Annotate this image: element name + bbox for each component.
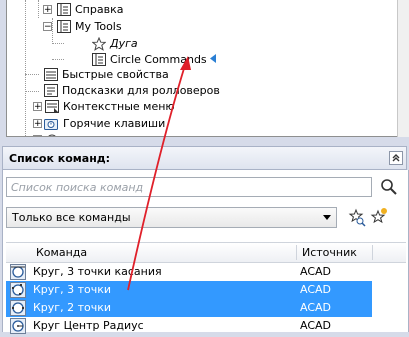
- collapse-icon[interactable]: −: [43, 22, 52, 32]
- tree-item-label: Справка: [75, 3, 124, 16]
- star-icon: [91, 36, 106, 51]
- new-star-icon: [370, 208, 387, 224]
- keyboard-icon: [44, 117, 59, 131]
- command-source: ACAD: [300, 265, 332, 278]
- menu-icon: [56, 20, 71, 34]
- collapse-panel-button[interactable]: [389, 151, 403, 165]
- command-table-header: Команда Источник: [6, 242, 406, 263]
- command-name: Круг Центр Радиус: [33, 319, 144, 332]
- new-command-button[interactable]: [347, 207, 367, 227]
- chevron-down-icon[interactable]: [319, 210, 334, 225]
- tree-item-label: Подсказки для ролловеров: [62, 84, 220, 97]
- tree-scrollbar[interactable]: [397, 0, 409, 137]
- insertion-marker-icon: [209, 53, 216, 66]
- tree-item-quick-properties[interactable]: Быстрые свойства: [43, 66, 169, 83]
- tree-item-rollover-tooltips[interactable]: Подсказки для ролловеров: [43, 82, 220, 99]
- circle-3-tangent-icon: [10, 264, 26, 280]
- command-source: ACAD: [300, 319, 332, 332]
- column-divider[interactable]: [372, 245, 373, 260]
- chevron-up-icon: [392, 154, 400, 162]
- command-name: Круг, 3 точки: [33, 283, 111, 296]
- expand-icon[interactable]: +: [33, 102, 42, 112]
- table-row[interactable]: Круг Центр Радиус ACAD: [6, 317, 372, 335]
- command-name: Круг, 2 точки: [33, 301, 111, 314]
- command-list-header: Список команд:: [2, 146, 407, 170]
- tree-item-context-menus[interactable]: + Контекстные меню: [33, 98, 175, 115]
- command-list-body: Только все команды Команда Источник Круг…: [2, 170, 409, 335]
- tree-item-label: Контекстные меню: [63, 100, 175, 113]
- filter-value: Только все команды: [12, 211, 131, 224]
- tree-item-label: My Tools: [75, 20, 122, 33]
- command-search-input[interactable]: [6, 177, 372, 197]
- table-row[interactable]: Круг, 2 точки ACAD: [6, 299, 372, 317]
- tree-item-my-tools[interactable]: − My Tools: [43, 18, 122, 35]
- menu-icon: [56, 3, 71, 17]
- command-filter-dropdown[interactable]: Только все команды: [6, 207, 337, 228]
- expand-icon[interactable]: +: [43, 5, 52, 15]
- tree-item-arc[interactable]: Дуга: [91, 35, 138, 52]
- tree-item-hotkeys[interactable]: + Горячие клавиши: [33, 115, 165, 132]
- command-icon: [91, 53, 106, 67]
- command-name: Круг, 3 точки касания: [33, 265, 162, 278]
- tree-item-label: Дуга: [110, 37, 138, 50]
- find-star-icon: [348, 208, 366, 227]
- tree-item-label: Быстрые свойства: [62, 68, 169, 81]
- create-command-button[interactable]: [369, 207, 389, 227]
- circle-2-points-icon: [10, 300, 26, 316]
- panel-title: Список команд:: [9, 151, 111, 165]
- tree-item-label: Горячие клавиши: [63, 117, 166, 130]
- command-source: ACAD: [300, 301, 332, 314]
- table-row[interactable]: Круг, 3 точки ACAD: [6, 281, 372, 299]
- search-button[interactable]: [379, 178, 399, 196]
- tooltip-icon: [43, 84, 58, 98]
- panel-splitter[interactable]: [0, 137, 409, 145]
- circle-3-points-icon: [10, 282, 26, 298]
- expand-icon[interactable]: +: [33, 119, 42, 129]
- table-row[interactable]: Круг, 3 точки касания ACAD: [6, 263, 372, 281]
- tree-item-help[interactable]: + Справка: [43, 1, 123, 18]
- column-header-command[interactable]: Команда: [36, 246, 87, 259]
- command-source: ACAD: [300, 283, 332, 296]
- quick-properties-icon: [43, 68, 58, 82]
- tree-item-label: Circle Commands: [110, 53, 207, 66]
- column-header-source[interactable]: Источник: [302, 246, 357, 259]
- customization-tree[interactable]: + Справка − My Tools Дуга Circle Command…: [6, 0, 399, 137]
- column-divider[interactable]: [296, 245, 297, 260]
- search-icon: [381, 179, 397, 195]
- context-menu-icon: [44, 100, 59, 114]
